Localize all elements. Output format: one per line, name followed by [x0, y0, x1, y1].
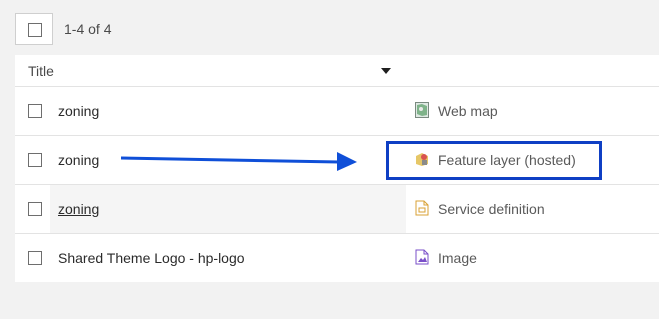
table-row[interactable]: zoning Service definition — [15, 185, 659, 234]
result-count: 1-4 of 4 — [64, 21, 112, 37]
annotation-arrow — [121, 152, 357, 171]
item-title[interactable]: zoning — [58, 103, 99, 119]
service-definition-icon — [415, 200, 429, 216]
row-hover-highlight — [50, 185, 406, 233]
table-row[interactable]: Shared Theme Logo - hp-logo Image — [15, 234, 659, 282]
item-title[interactable]: zoning — [58, 152, 99, 168]
select-all-checkbox[interactable] — [28, 23, 42, 37]
toolbar: 1-4 of 4 — [0, 0, 659, 55]
web-map-icon — [415, 102, 429, 118]
row-checkbox[interactable] — [28, 153, 42, 167]
title-column-header[interactable]: Title — [28, 63, 54, 79]
item-type: Service definition — [438, 201, 545, 217]
item-type: Web map — [438, 103, 498, 119]
row-checkbox[interactable] — [28, 202, 42, 216]
item-title[interactable]: Shared Theme Logo - hp-logo — [58, 250, 245, 266]
image-icon — [415, 249, 429, 265]
item-title-link[interactable]: zoning — [58, 201, 99, 217]
table-row[interactable]: zoning Web map — [15, 87, 659, 136]
row-checkbox[interactable] — [28, 251, 42, 265]
select-all-button[interactable] — [15, 13, 53, 45]
row-checkbox[interactable] — [28, 104, 42, 118]
item-type: Image — [438, 250, 477, 266]
annotation-highlight-box — [386, 141, 602, 180]
table-header: Title — [15, 55, 659, 87]
sort-chevron-down-icon[interactable] — [381, 68, 391, 74]
